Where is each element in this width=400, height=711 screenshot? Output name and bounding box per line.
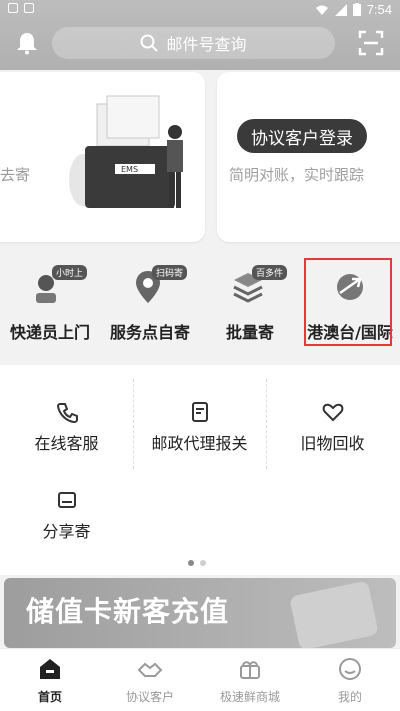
- signal-icon: [334, 3, 347, 16]
- grid-item-label: 分享寄: [42, 522, 91, 541]
- agreement-login-button[interactable]: 协议客户登录: [237, 119, 367, 153]
- tab-fresh-mall[interactable]: 极速鲜商城: [200, 649, 300, 711]
- service-badge: 小时上: [52, 265, 88, 280]
- search-placeholder: 邮件号查询: [166, 35, 247, 54]
- status-bar: 7:54: [0, 0, 400, 20]
- tab-mine[interactable]: 我的: [300, 649, 400, 711]
- send-card[interactable]: 去寄 EMS: [0, 72, 205, 242]
- banner-title: 储值卡新客充值: [26, 595, 230, 628]
- customer-service-icon: [56, 403, 78, 423]
- grid-item-customs-agent[interactable]: 邮政代理报关: [133, 365, 266, 453]
- service-courier-pickup[interactable]: 小时上 快递员上门: [0, 255, 100, 345]
- send-card-text: 去寄: [0, 166, 31, 184]
- service-label: 快递员上门: [9, 323, 90, 342]
- wifi-icon: [315, 5, 328, 15]
- bell-icon[interactable]: [14, 30, 40, 56]
- tab-label: 我的: [337, 690, 362, 704]
- smiley-icon: [339, 658, 361, 680]
- service-badge: 百多件: [252, 265, 288, 280]
- grid-item-label: 在线客服: [34, 434, 99, 453]
- service-badge: 扫码寄: [152, 265, 188, 280]
- tab-label: 首页: [37, 690, 62, 704]
- agreement-customer-card[interactable]: 协议客户登录 简明对账，实时跟踪: [217, 72, 400, 242]
- service-bulk-send[interactable]: 百多件 批量寄: [200, 255, 300, 345]
- handshake-icon: [137, 662, 163, 677]
- home-icon: [40, 659, 60, 679]
- tab-label: 协议客户: [125, 690, 174, 704]
- highlight-box: [304, 258, 392, 346]
- search-bar[interactable]: 邮件号查询: [52, 27, 335, 59]
- notification-icon: [24, 3, 34, 13]
- promo-banner[interactable]: 储值卡新客充值: [4, 578, 396, 648]
- search-icon: [140, 34, 159, 52]
- svg-text:EMS: EMS: [121, 165, 138, 174]
- notification-icon: [8, 3, 18, 13]
- tab-home[interactable]: 首页: [0, 649, 100, 711]
- grid-item-online-service[interactable]: 在线客服: [0, 365, 133, 453]
- scan-icon[interactable]: [358, 30, 384, 56]
- service-self-drop[interactable]: 扫码寄 服务点自寄: [100, 255, 200, 345]
- battery-icon: [352, 3, 361, 16]
- ems-illustration-icon: EMS: [69, 95, 183, 208]
- agreement-subtitle: 简明对账，实时跟踪: [229, 166, 365, 184]
- status-time: 7:54: [366, 2, 392, 17]
- heart-icon: [322, 403, 344, 422]
- header: 7:54 邮件号查询: [0, 0, 400, 70]
- feature-cards: 去寄 EMS 协议客户登录 简明对账，实时跟踪: [0, 70, 400, 250]
- grid-item-share-send[interactable]: 分享寄: [0, 453, 133, 541]
- grid-item-recycle[interactable]: 旧物回收: [266, 365, 399, 453]
- page-indicator: [188, 560, 206, 566]
- gift-box-icon: [240, 661, 260, 679]
- page-dot: [200, 560, 206, 566]
- grid-item-label: 旧物回收: [300, 434, 365, 453]
- more-services-grid: 在线客服 邮政代理报关 旧物回收 分享寄: [0, 365, 400, 575]
- service-label: 服务点自寄: [109, 323, 190, 342]
- stored-value-card-image: [289, 580, 379, 648]
- document-icon: [192, 402, 208, 422]
- tab-agreement-customer[interactable]: 协议客户: [100, 649, 200, 711]
- inbox-icon: [58, 492, 76, 508]
- service-label: 批量寄: [225, 323, 274, 342]
- tab-label: 极速鲜商城: [219, 690, 280, 704]
- page-dot-active: [188, 560, 194, 566]
- bottom-tab-bar: 首页 协议客户 极速鲜商城 我的: [0, 648, 400, 711]
- grid-item-label: 邮政代理报关: [151, 434, 248, 453]
